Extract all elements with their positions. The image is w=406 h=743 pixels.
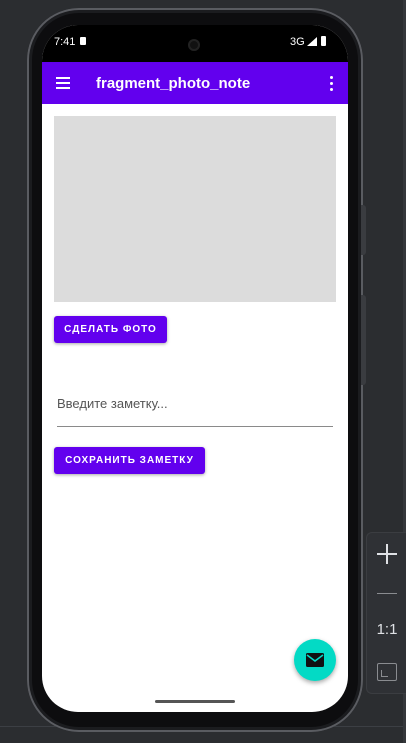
more-vert-icon[interactable] xyxy=(322,72,342,94)
menu-icon[interactable] xyxy=(52,72,74,94)
status-bar: 7:41 3G xyxy=(42,25,348,62)
home-indicator xyxy=(155,700,235,703)
status-time: 7:41 xyxy=(54,36,76,48)
fit-screen-icon[interactable] xyxy=(377,663,397,681)
zoom-in-button[interactable] xyxy=(367,533,406,575)
mail-icon xyxy=(306,653,324,667)
photo-preview xyxy=(54,116,336,302)
volume-button xyxy=(361,205,366,255)
zoom-out-button[interactable] xyxy=(367,579,406,609)
camera-cutout xyxy=(188,39,200,51)
send-fab-button[interactable] xyxy=(294,639,336,681)
app-bar: fragment_photo_note xyxy=(42,62,348,104)
battery-icon xyxy=(321,36,326,46)
sd-card-icon xyxy=(80,37,86,45)
zoom-reset-button[interactable]: 1:1 xyxy=(367,621,406,638)
take-photo-button[interactable]: СДЕЛАТЬ ФОТО xyxy=(54,316,167,343)
app-title: fragment_photo_note xyxy=(96,75,251,92)
network-type: 3G xyxy=(290,36,305,48)
power-button xyxy=(361,295,366,385)
save-note-button[interactable]: СОХРАНИТЬ ЗАМЕТКУ xyxy=(54,447,205,474)
signal-icon xyxy=(307,37,317,46)
zoom-panel: 1:1 xyxy=(366,532,406,694)
device-screen: 7:41 3G fragment_photo_note СДЕЛАТЬ ФОТО… xyxy=(42,25,348,712)
note-input[interactable] xyxy=(57,380,333,427)
